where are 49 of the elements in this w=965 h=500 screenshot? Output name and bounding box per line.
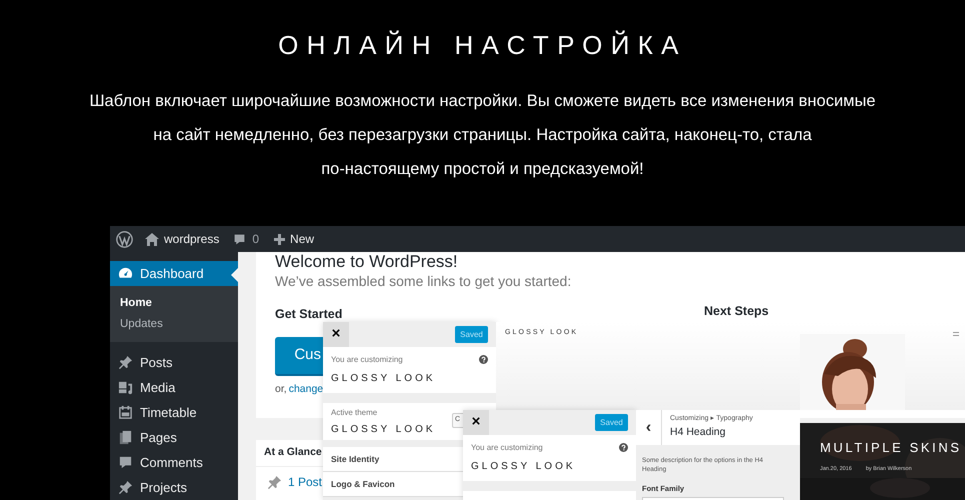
close-button[interactable]: ×: [323, 322, 349, 347]
customizing-label: You are customizing: [331, 354, 403, 366]
help-icon[interactable]: [619, 443, 628, 452]
section-heading: Get Started: [275, 307, 342, 321]
menu-item[interactable]: Pages: [110, 425, 238, 450]
close-button[interactable]: ×: [463, 410, 489, 435]
submenu-item[interactable]: Updates: [110, 314, 238, 335]
menu-item[interactable]: Comments: [110, 450, 238, 475]
back-button[interactable]: ‹: [636, 410, 662, 445]
theme-name: GLOSSY LOOK: [331, 423, 436, 437]
site-link[interactable]: wordpress: [164, 230, 220, 248]
pages-icon: [118, 430, 133, 445]
wordpress-logo-icon[interactable]: [116, 230, 133, 248]
welcome-subtitle: We’ve assembled some links to get you started:: [275, 272, 572, 291]
menu-item[interactable]: Projects: [110, 475, 238, 500]
comment-icon: [118, 455, 133, 470]
pin-icon: [118, 355, 133, 370]
description-text: Шаблон включает широчайшие возможности настройки. Вы сможете видеть все изменения вносимые на сайт немедленно, без перезагрузки страницы. Настройка сайта, наконец-то, стала по-настоящему простой и предсказуемой!: [89, 91, 876, 180]
pin-icon: [267, 474, 282, 490]
plus-icon[interactable]: [274, 234, 286, 244]
section-item[interactable]: Logo & Favicon: [323, 472, 463, 497]
comment-count: 0: [252, 231, 260, 248]
page-heading: ОНЛАЙН НАСТРОЙКА: [278, 29, 687, 62]
section-item[interactable]: Site Identity: [323, 447, 463, 472]
home-icon: [145, 232, 159, 246]
change-theme-link[interactable]: change: [288, 382, 324, 398]
menu-icon[interactable]: [953, 332, 959, 336]
menu-item[interactable]: Dashboard: [110, 261, 238, 286]
calendar-icon: [118, 405, 133, 420]
customize-button[interactable]: Cus: [275, 337, 323, 376]
new-link[interactable]: New: [290, 230, 314, 248]
posts-link[interactable]: 1 Post: [288, 473, 322, 491]
media-icon: [118, 380, 133, 395]
theme-name: GLOSSY LOOK: [471, 460, 576, 474]
or-text: or,: [275, 382, 287, 397]
submenu-item[interactable]: Home: [110, 293, 238, 314]
panel-title: H4 Heading: [670, 424, 726, 440]
menu-item[interactable]: Posts: [110, 350, 238, 375]
menu-item[interactable]: Media: [110, 375, 238, 400]
active-theme-label: Active theme: [331, 407, 378, 419]
customizing-label: You are customizing: [471, 442, 543, 454]
section-heading: Next Steps: [704, 303, 769, 320]
welcome-title: Welcome to WordPress!: [275, 254, 459, 270]
theme-name: GLOSSY LOOK: [331, 372, 436, 386]
pin-icon: [118, 480, 133, 495]
menu-item[interactable]: Timetable: [110, 400, 238, 425]
help-icon[interactable]: [479, 355, 488, 364]
post-title: MULTIPLE SKINS: [820, 439, 962, 457]
comment-icon[interactable]: [233, 232, 246, 246]
